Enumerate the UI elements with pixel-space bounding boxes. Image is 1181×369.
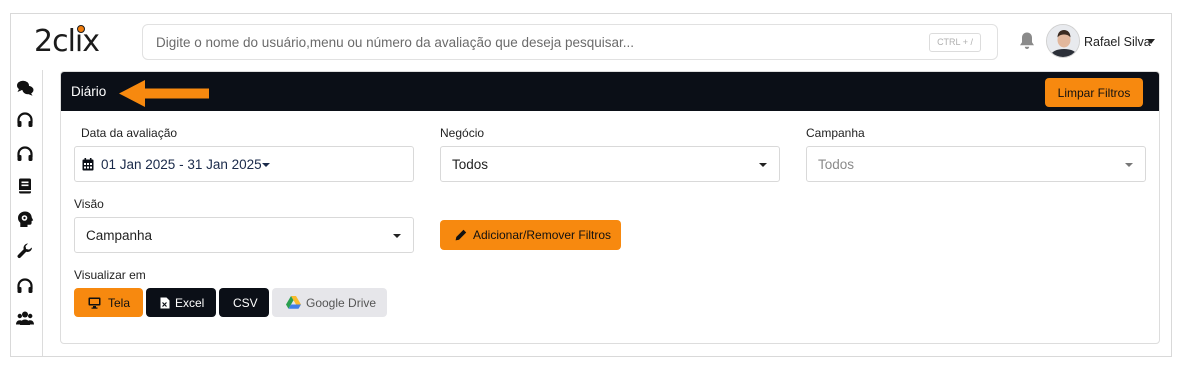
chevron-down-icon	[759, 163, 767, 167]
campaign-value: Todos	[818, 157, 855, 172]
clear-filters-button[interactable]: Limpar Filtros	[1045, 78, 1143, 107]
calendar-icon	[82, 158, 94, 171]
date-range-value: 01 Jan 2025 - 31 Jan 2025	[101, 157, 262, 172]
view-screen-button[interactable]: Tela	[74, 288, 143, 317]
logo-dot	[77, 25, 85, 33]
view-screen-label: Tela	[108, 296, 131, 310]
chevron-down-icon	[393, 234, 401, 238]
export-google-drive-button[interactable]: Google Drive	[272, 288, 387, 317]
google-drive-icon	[286, 296, 301, 309]
arrow-left-icon	[119, 80, 209, 107]
date-range-picker[interactable]: 01 Jan 2025 - 31 Jan 2025	[74, 146, 414, 182]
date-label: Data da avaliação	[81, 126, 178, 140]
search-placeholder: Digite o nome do usuário,menu ou número …	[156, 35, 635, 50]
chat-bubbles-icon[interactable]	[16, 79, 34, 97]
campaign-label: Campanha	[806, 126, 865, 140]
search-shortcut-badge: CTRL + /	[929, 33, 981, 52]
view-label: Visão	[74, 197, 104, 211]
export-csv-label: CSV	[233, 296, 258, 310]
report-card: Diário Limpar Filtros Data da avaliação …	[60, 71, 1160, 344]
add-remove-filters-button[interactable]: Adicionar/Remover Filtros	[440, 220, 621, 250]
headset-icon[interactable]	[16, 145, 34, 163]
pencil-icon	[455, 229, 467, 241]
sidebar-divider	[42, 70, 43, 356]
page-title: Diário	[71, 84, 107, 99]
business-label: Negócio	[440, 126, 485, 140]
business-value: Todos	[452, 157, 489, 172]
headset-icon[interactable]	[16, 277, 34, 295]
business-select[interactable]: Todos	[440, 146, 780, 182]
monitor-icon	[88, 297, 101, 309]
user-avatar[interactable]	[1046, 24, 1080, 58]
book-icon[interactable]	[16, 177, 34, 195]
chevron-down-icon	[262, 163, 270, 167]
campaign-select[interactable]: Todos	[806, 146, 1146, 182]
chevron-down-icon	[1125, 163, 1133, 167]
view-value: Campanha	[86, 228, 153, 243]
search-input[interactable]: Digite o nome do usuário,menu ou número …	[142, 24, 998, 60]
bell-icon[interactable]	[1018, 31, 1036, 51]
export-google-drive-label: Google Drive	[306, 296, 377, 310]
spreadsheet-file-icon	[160, 297, 170, 309]
user-name[interactable]: Rafael Silva	[1084, 35, 1151, 49]
head-gear-icon[interactable]	[16, 210, 34, 228]
export-csv-button[interactable]: CSV	[219, 288, 269, 317]
output-label: Visualizar em	[74, 268, 146, 282]
users-icon[interactable]	[16, 309, 34, 327]
app-logo[interactable]: 2clix	[34, 24, 100, 60]
view-select[interactable]: Campanha	[74, 217, 414, 253]
export-excel-button[interactable]: Excel	[146, 288, 216, 317]
add-remove-filters-label: Adicionar/Remover Filtros	[473, 228, 612, 242]
wrench-icon[interactable]	[16, 243, 34, 261]
user-menu-caret-icon[interactable]	[1147, 39, 1155, 44]
headset-icon[interactable]	[16, 111, 34, 129]
export-excel-label: Excel	[175, 296, 205, 310]
card-header: Diário Limpar Filtros	[61, 72, 1159, 111]
